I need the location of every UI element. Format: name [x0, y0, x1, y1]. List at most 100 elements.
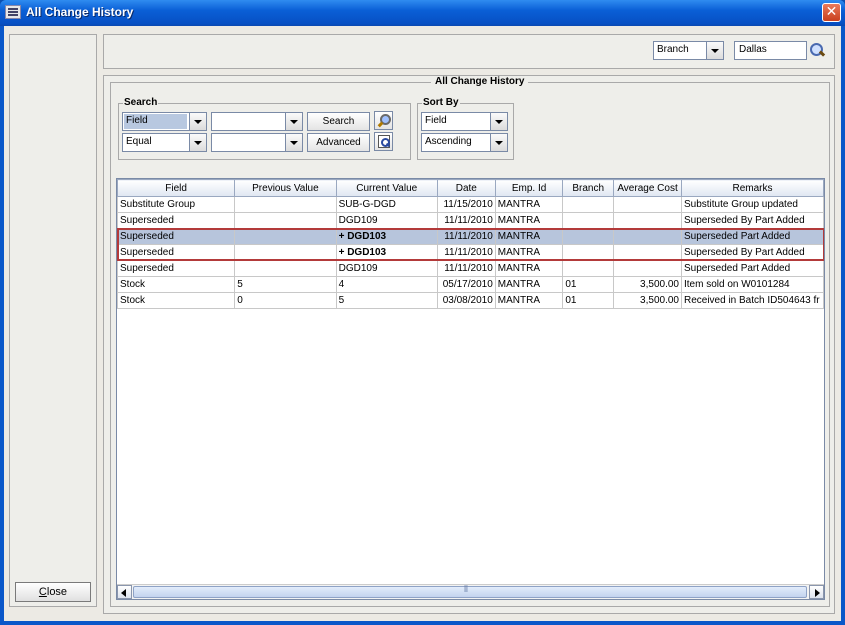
chevron-down-icon[interactable] [189, 134, 206, 151]
table-row[interactable]: Substitute Group SUB-G-DGD 11/15/2010 MA… [117, 196, 824, 213]
sort-field-select[interactable]: Field [421, 112, 508, 131]
chevron-down-icon[interactable] [285, 113, 302, 130]
search-value2-select[interactable] [211, 133, 303, 152]
cell-emp: MANTRA [494, 244, 564, 261]
cell-cost [613, 260, 682, 277]
cell-remarks: Received in Batch ID504643 fr [680, 292, 824, 309]
window-title: All Change History [26, 5, 134, 19]
cell-remarks: Substitute Group updated [680, 196, 824, 213]
table-row[interactable]: Superseded + DGD103 11/11/2010 MANTRA Su… [117, 244, 824, 261]
scope-select-value: Branch [657, 44, 689, 55]
branch-field-value: Dallas [739, 44, 767, 55]
cell-emp: MANTRA [494, 276, 564, 293]
cell-date: 11/15/2010 [436, 196, 496, 213]
chevron-down-icon[interactable] [706, 42, 723, 59]
table-row-selected[interactable]: Superseded + DGD103 11/11/2010 MANTRA Su… [117, 228, 824, 245]
sort-group: Sort By Field Ascending [417, 97, 514, 160]
cell-branch [562, 260, 615, 277]
table-row[interactable]: Stock 0 5 03/08/2010 MANTRA 01 3,500.00 … [117, 292, 824, 309]
scope-select[interactable]: Branch [653, 41, 724, 60]
app-icon [5, 5, 21, 19]
left-panel: Close [9, 34, 97, 607]
column-header[interactable]: Emp. Id [494, 179, 564, 197]
cell-field: Substitute Group [117, 196, 236, 213]
operator-select[interactable]: Equal [122, 133, 207, 152]
scroll-left-icon[interactable] [117, 585, 132, 599]
cell-cost: 3,500.00 [613, 276, 682, 293]
cell-branch [562, 244, 615, 261]
advanced-button[interactable]: Advanced [307, 133, 370, 152]
chevron-down-icon[interactable] [285, 134, 302, 151]
cell-previous [234, 228, 337, 245]
cell-branch [562, 228, 615, 245]
cell-field: Stock [117, 276, 236, 293]
cell-remarks: Item sold on W0101284 [680, 276, 824, 293]
cell-remarks: Superseded By Part Added [680, 244, 824, 261]
chevron-down-icon[interactable] [490, 134, 507, 151]
main-panel: All Change History Search Field Search E [103, 75, 835, 614]
sort-legend: Sort By [422, 97, 460, 108]
cell-date: 11/11/2010 [436, 244, 496, 261]
sort-order-select[interactable]: Ascending [421, 133, 508, 152]
cell-remarks: Superseded Part Added [680, 260, 824, 277]
cell-branch: 01 [562, 292, 615, 309]
cell-emp: MANTRA [494, 228, 564, 245]
cell-branch: 01 [562, 276, 615, 293]
header-row: Field Previous Value Current Value Date … [117, 179, 824, 197]
cell-emp: MANTRA [494, 260, 564, 277]
scroll-right-icon[interactable] [809, 585, 824, 599]
cell-current: SUB-G-DGD [335, 196, 438, 213]
column-header[interactable]: Branch [562, 179, 615, 197]
advanced-find-button[interactable] [374, 132, 393, 151]
table-row[interactable]: Stock 5 4 05/17/2010 MANTRA 01 3,500.00 … [117, 276, 824, 293]
change-history-table[interactable]: Field Previous Value Current Value Date … [116, 178, 825, 600]
search-button[interactable]: Search [307, 112, 370, 131]
column-header[interactable]: Current Value [335, 179, 438, 197]
cell-current: + DGD103 [335, 244, 438, 261]
column-header[interactable]: Previous Value [234, 179, 337, 197]
table-row[interactable]: Superseded DGD109 11/11/2010 MANTRA Supe… [117, 260, 824, 277]
cell-current: 5 [335, 292, 438, 309]
branch-field[interactable]: Dallas [734, 41, 807, 60]
search-field-select[interactable]: Field [122, 112, 207, 131]
cell-date: 03/08/2010 [436, 292, 496, 309]
client-area: Close Branch Dallas All Change History S… [4, 26, 841, 621]
cell-previous [234, 260, 337, 277]
chevron-down-icon[interactable] [189, 113, 206, 130]
close-button[interactable]: Close [15, 582, 91, 602]
magnifier-icon[interactable] [809, 42, 825, 58]
column-header[interactable]: Remarks [680, 179, 824, 197]
find-button[interactable] [374, 111, 393, 130]
search-group: Search Field Search Equal Advanced [118, 97, 411, 160]
advanced-find-icon [378, 135, 390, 148]
group-title: All Change History [431, 76, 529, 87]
cell-current: DGD109 [335, 212, 438, 229]
sort-order-value: Ascending [425, 136, 472, 147]
cell-cost: 3,500.00 [613, 292, 682, 309]
column-header[interactable]: Average Cost [613, 179, 682, 197]
cell-previous [234, 196, 337, 213]
chevron-down-icon[interactable] [490, 113, 507, 130]
search-field-value: Field [124, 114, 187, 129]
search-value-select[interactable] [211, 112, 303, 131]
horizontal-scrollbar[interactable] [117, 584, 824, 599]
close-button-hotkey: C [38, 586, 47, 598]
column-header[interactable]: Field [117, 179, 236, 197]
scroll-thumb[interactable] [133, 585, 807, 598]
cell-remarks: Superseded By Part Added [680, 212, 824, 229]
cell-previous [234, 212, 337, 229]
cell-date: 11/11/2010 [436, 212, 496, 229]
search-legend: Search [123, 97, 159, 108]
window-close-button[interactable]: ✕ [822, 3, 841, 22]
window: All Change History ✕ Close Branch Dallas… [0, 0, 845, 625]
cell-emp: MANTRA [494, 212, 564, 229]
cell-field: Superseded [117, 228, 236, 245]
data-grid: Field Previous Value Current Value Date … [117, 179, 824, 309]
title-bar: All Change History ✕ [0, 0, 845, 26]
cell-current: 4 [335, 276, 438, 293]
cell-cost [613, 228, 682, 245]
column-header[interactable]: Date [436, 179, 496, 197]
table-row[interactable]: Superseded DGD109 11/11/2010 MANTRA Supe… [117, 212, 824, 229]
cell-field: Superseded [117, 212, 236, 229]
cell-emp: MANTRA [494, 196, 564, 213]
